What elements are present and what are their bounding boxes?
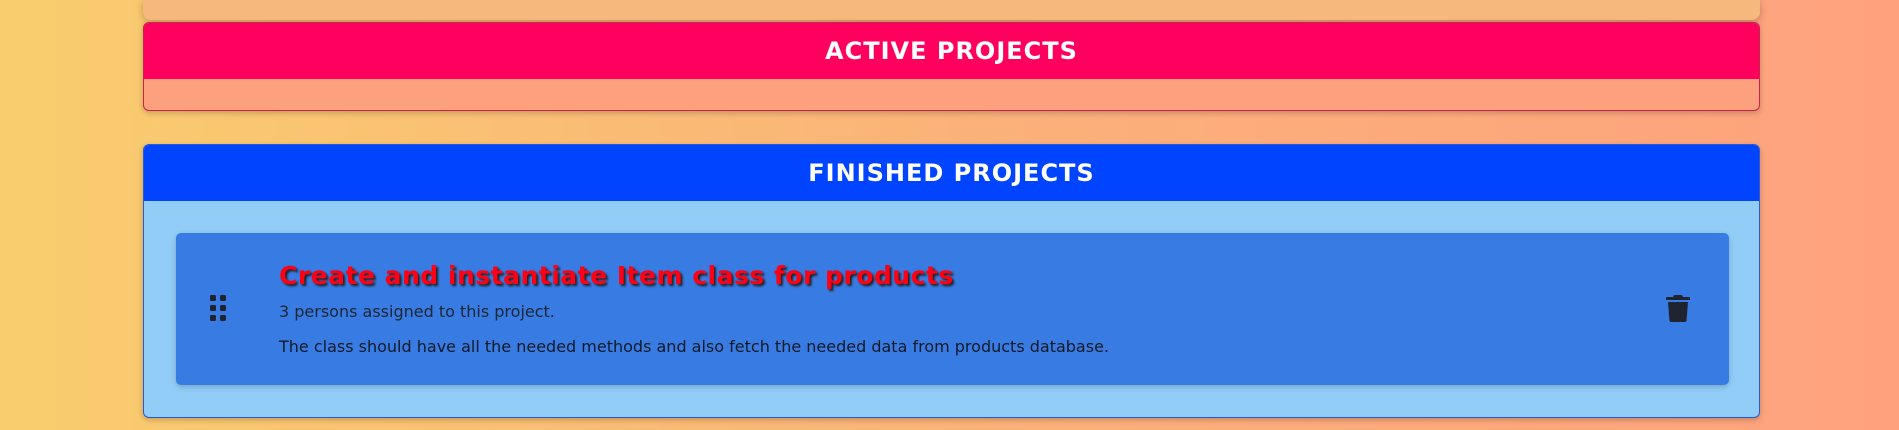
previous-section-edge	[143, 0, 1760, 20]
project-assigned-count: 3 persons assigned to this project.	[279, 302, 555, 321]
project-card[interactable]: Create and instantiate Item class for pr…	[176, 233, 1729, 385]
active-projects-header: ACTIVE PROJECTS	[144, 23, 1759, 79]
drag-handle-icon[interactable]	[208, 294, 228, 322]
active-projects-title: ACTIVE PROJECTS	[825, 37, 1078, 65]
active-projects-section: ACTIVE PROJECTS	[143, 22, 1760, 111]
drag-dots-graphic	[210, 295, 226, 321]
trash-icon	[1666, 295, 1690, 322]
finished-projects-title: FINISHED PROJECTS	[808, 159, 1095, 187]
finished-projects-header: FINISHED PROJECTS	[144, 145, 1759, 201]
finished-projects-section: FINISHED PROJECTS Create and instantiate…	[143, 144, 1760, 418]
project-content: Create and instantiate Item class for pr…	[279, 261, 1579, 356]
project-title: Create and instantiate Item class for pr…	[279, 261, 954, 290]
project-description: The class should have all the needed met…	[279, 337, 1109, 356]
delete-project-button[interactable]	[1663, 291, 1693, 325]
active-projects-list[interactable]	[144, 79, 1759, 110]
